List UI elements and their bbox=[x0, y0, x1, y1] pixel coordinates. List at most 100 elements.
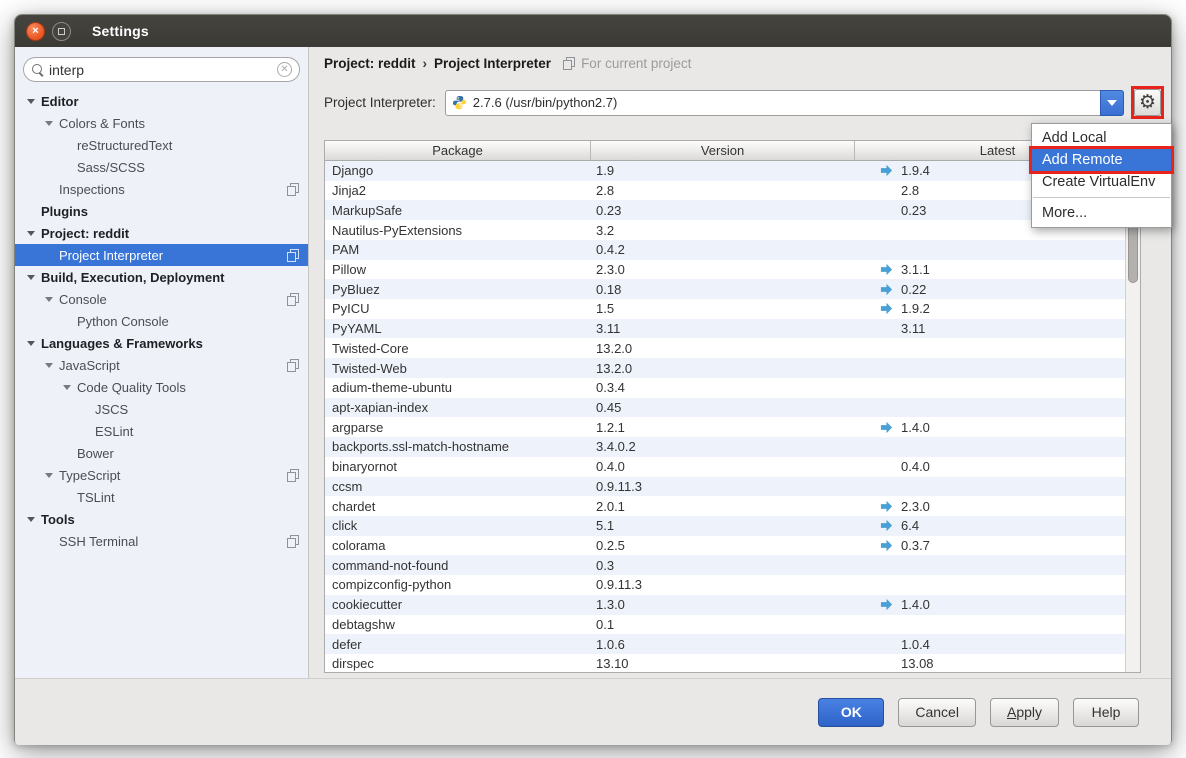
tree-item-inspections[interactable]: Inspections bbox=[15, 178, 308, 200]
expand-arrow-icon[interactable] bbox=[45, 121, 53, 126]
table-row-nautilus-pyextensions[interactable]: Nautilus-PyExtensions3.2 bbox=[325, 220, 1140, 240]
table-row-binaryornot[interactable]: binaryornot0.4.00.4.0 bbox=[325, 457, 1140, 477]
tree-item-build-execution-deployment[interactable]: Build, Execution, Deployment bbox=[15, 266, 308, 288]
package-name: PyICU bbox=[325, 301, 591, 316]
table-row-pybluez[interactable]: PyBluez0.180.22 bbox=[325, 279, 1140, 299]
package-name: PAM bbox=[325, 242, 591, 257]
table-row-twisted-web[interactable]: Twisted-Web13.2.0 bbox=[325, 358, 1140, 378]
search-box[interactable]: ✕ bbox=[23, 57, 300, 82]
upgrade-arrow-icon bbox=[880, 263, 893, 276]
title-bar[interactable]: × Settings bbox=[15, 15, 1171, 47]
upgrade-arrow-icon bbox=[880, 500, 893, 513]
tree-item-project-reddit[interactable]: Project: reddit bbox=[15, 222, 308, 244]
clear-search-icon[interactable]: ✕ bbox=[277, 62, 292, 77]
table-row-chardet[interactable]: chardet2.0.12.3.0 bbox=[325, 496, 1140, 516]
tree-item-javascript[interactable]: JavaScript bbox=[15, 354, 308, 376]
table-row-jinja2[interactable]: Jinja22.82.8 bbox=[325, 181, 1140, 201]
table-row-twisted-core[interactable]: Twisted-Core13.2.0 bbox=[325, 338, 1140, 358]
cancel-button[interactable]: Cancel bbox=[898, 698, 976, 727]
table-row-pam[interactable]: PAM0.4.2 bbox=[325, 240, 1140, 260]
table-row-adium-theme-ubuntu[interactable]: adium-theme-ubuntu0.3.4 bbox=[325, 378, 1140, 398]
table-row-colorama[interactable]: colorama0.2.50.3.7 bbox=[325, 536, 1140, 556]
tree-item-tslint[interactable]: TSLint bbox=[15, 486, 308, 508]
maximize-button[interactable] bbox=[52, 22, 71, 41]
expand-arrow-icon[interactable] bbox=[63, 385, 71, 390]
ok-button[interactable]: OK bbox=[818, 698, 884, 727]
tree-item-python-console[interactable]: Python Console bbox=[15, 310, 308, 332]
table-row-compizconfig-python[interactable]: compizconfig-python0.9.11.3 bbox=[325, 575, 1140, 595]
search-input[interactable] bbox=[49, 62, 277, 78]
expand-arrow-icon[interactable] bbox=[27, 231, 35, 236]
table-row-pyicu[interactable]: PyICU1.51.9.2 bbox=[325, 299, 1140, 319]
menu-item-create-virtualenv[interactable]: Create VirtualEnv bbox=[1032, 171, 1171, 193]
package-version: 13.2.0 bbox=[591, 341, 855, 356]
expand-arrow-icon[interactable] bbox=[27, 99, 35, 104]
table-row-dirspec[interactable]: dirspec13.1013.08 bbox=[325, 654, 1140, 673]
gear-button[interactable]: ⚙ bbox=[1134, 89, 1161, 116]
column-header-package[interactable]: Package bbox=[325, 141, 591, 160]
table-row-command-not-found[interactable]: command-not-found0.3 bbox=[325, 555, 1140, 575]
column-header-version[interactable]: Version bbox=[591, 141, 855, 160]
expand-arrow-icon[interactable] bbox=[45, 473, 53, 478]
tree-item-colors-fonts[interactable]: Colors & Fonts bbox=[15, 112, 308, 134]
help-button[interactable]: Help bbox=[1073, 698, 1139, 727]
table-row-pillow[interactable]: Pillow2.3.03.1.1 bbox=[325, 260, 1140, 280]
upgrade-arrow-slot bbox=[880, 164, 901, 177]
interpreter-dropdown-button[interactable] bbox=[1100, 90, 1124, 116]
table-row-cookiecutter[interactable]: cookiecutter1.3.01.4.0 bbox=[325, 595, 1140, 615]
package-latest: 1.4.0 bbox=[855, 597, 1140, 612]
table-row-ccsm[interactable]: ccsm0.9.11.3 bbox=[325, 477, 1140, 497]
interpreter-label: Project Interpreter: bbox=[324, 95, 436, 110]
menu-item-add-remote[interactable]: Add Remote bbox=[1032, 149, 1171, 171]
table-row-backports-ssl-match-hostname[interactable]: backports.ssl-match-hostname3.4.0.2 bbox=[325, 437, 1140, 457]
tree-item-eslint[interactable]: ESLint bbox=[15, 420, 308, 442]
tree-item-label: Project Interpreter bbox=[59, 248, 163, 263]
tree-item-jscs[interactable]: JSCS bbox=[15, 398, 308, 420]
expand-arrow-icon[interactable] bbox=[27, 341, 35, 346]
tree-item-sass-scss[interactable]: Sass/SCSS bbox=[15, 156, 308, 178]
tree-item-label: Bower bbox=[77, 446, 114, 461]
menu-item-more[interactable]: More... bbox=[1032, 202, 1171, 224]
expand-arrow-icon[interactable] bbox=[45, 363, 53, 368]
table-row-click[interactable]: click5.16.4 bbox=[325, 516, 1140, 536]
tree-item-languages-frameworks[interactable]: Languages & Frameworks bbox=[15, 332, 308, 354]
package-version: 1.0.6 bbox=[591, 637, 855, 652]
tree-item-bower[interactable]: Bower bbox=[15, 442, 308, 464]
tree-item-ssh-terminal[interactable]: SSH Terminal bbox=[15, 530, 308, 552]
table-header: Package Version Latest bbox=[325, 141, 1140, 161]
interpreter-select[interactable]: 2.7.6 (/usr/bin/python2.7) bbox=[445, 90, 1124, 116]
table-row-pyyaml[interactable]: PyYAML3.113.11 bbox=[325, 319, 1140, 339]
apply-button[interactable]: Apply bbox=[990, 698, 1059, 727]
tree-item-project-interpreter[interactable]: Project Interpreter bbox=[15, 244, 308, 266]
tree-item-console[interactable]: Console bbox=[15, 288, 308, 310]
window-title: Settings bbox=[92, 23, 149, 39]
latest-version-text: 1.9.2 bbox=[901, 301, 930, 316]
table-row-markupsafe[interactable]: MarkupSafe0.230.23 bbox=[325, 200, 1140, 220]
table-row-django[interactable]: Django1.91.9.4 bbox=[325, 161, 1140, 181]
table-row-apt-xapian-index[interactable]: apt-xapian-index0.45 bbox=[325, 398, 1140, 418]
tree-item-typescript[interactable]: TypeScript bbox=[15, 464, 308, 486]
menu-item-add-local[interactable]: Add Local bbox=[1032, 127, 1171, 149]
tree-item-code-quality-tools[interactable]: Code Quality Tools bbox=[15, 376, 308, 398]
expand-arrow-icon[interactable] bbox=[45, 297, 53, 302]
latest-version-text: 0.22 bbox=[901, 282, 926, 297]
tree-item-label: Project: reddit bbox=[41, 226, 129, 241]
package-name: cookiecutter bbox=[325, 597, 591, 612]
tree-item-restructuredtext[interactable]: reStructuredText bbox=[15, 134, 308, 156]
tree-item-editor[interactable]: Editor bbox=[15, 90, 308, 112]
scrollbar-thumb[interactable] bbox=[1128, 223, 1138, 283]
expand-arrow-icon[interactable] bbox=[27, 275, 35, 280]
table-row-argparse[interactable]: argparse1.2.11.4.0 bbox=[325, 417, 1140, 437]
menu-separator bbox=[1033, 197, 1170, 198]
tree-item-tools[interactable]: Tools bbox=[15, 508, 308, 530]
table-scrollbar[interactable] bbox=[1125, 161, 1140, 672]
table-row-defer[interactable]: defer1.0.61.0.4 bbox=[325, 634, 1140, 654]
expand-arrow-icon[interactable] bbox=[27, 517, 35, 522]
tree-item-label: reStructuredText bbox=[77, 138, 172, 153]
tree-item-plugins[interactable]: Plugins bbox=[15, 200, 308, 222]
table-row-debtagshw[interactable]: debtagshw0.1 bbox=[325, 615, 1140, 635]
package-name: PyBluez bbox=[325, 282, 591, 297]
copy-icon bbox=[287, 183, 299, 196]
close-button[interactable]: × bbox=[26, 22, 45, 41]
package-version: 0.2.5 bbox=[591, 538, 855, 553]
